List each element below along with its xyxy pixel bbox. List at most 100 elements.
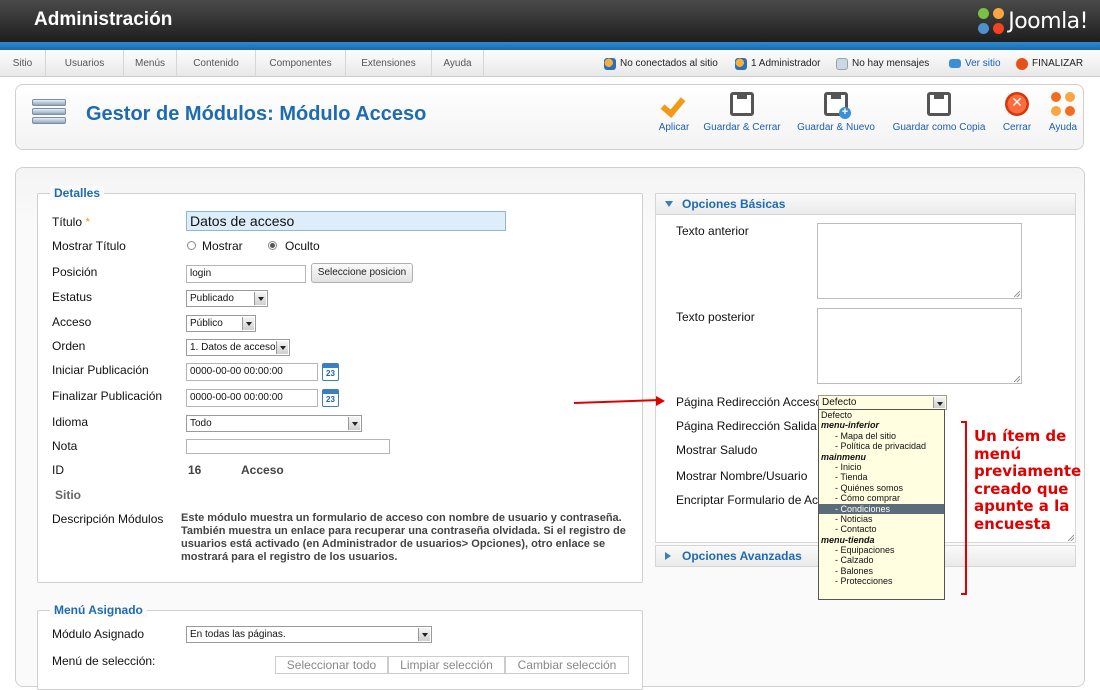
dropdown-option[interactable]: - Quiénes somos (819, 483, 944, 493)
dropdown-option[interactable]: - Inicio (819, 462, 944, 472)
language-select-value: Todo (190, 418, 212, 429)
id-value: 16 (188, 463, 202, 477)
monitor-icon (949, 59, 961, 68)
dropdown-option[interactable]: Defecto (819, 410, 944, 420)
finish-publishing-input[interactable]: 0000-00-00 00:00:00 (186, 389, 318, 407)
module-assignment-select[interactable]: En todas las páginas. (186, 626, 432, 643)
menu-usuarios[interactable]: Usuarios (46, 50, 124, 77)
login-redirect-select[interactable]: Defecto (818, 395, 947, 410)
close-circle-icon (1005, 92, 1029, 116)
module-stack-icon (32, 99, 66, 133)
dropdown-option[interactable]: - Noticias (819, 514, 944, 524)
menu-sitio[interactable]: Sitio (0, 50, 46, 77)
logout-link[interactable]: FINALIZAR (1016, 50, 1083, 77)
dropdown-option[interactable]: - Calzado (819, 555, 944, 565)
apply-button[interactable]: Aplicar (655, 92, 693, 133)
annotation-bracket (961, 421, 967, 595)
basic-options-header[interactable]: Opciones Básicas (655, 193, 1076, 215)
dropdown-option[interactable]: - Protecciones (819, 576, 944, 586)
main-menubar: Sitio Usuarios Menús Contenido Component… (0, 50, 1100, 77)
collapse-arrow-icon (665, 201, 673, 207)
close-button[interactable]: Cerrar (1000, 92, 1034, 133)
access-select[interactable]: Público (186, 315, 256, 332)
show-title-radio-hide[interactable] (268, 241, 277, 250)
menu-extensiones[interactable]: Extensiones (346, 50, 432, 77)
annotation-text: Un ítem de menú previamente creado que a… (974, 427, 1082, 533)
toggle-selection-button[interactable]: Cambiar selección (505, 656, 629, 674)
help-button[interactable]: Ayuda (1044, 92, 1082, 133)
close-label: Cerrar (1002, 122, 1032, 133)
annotation-arrow-head (656, 396, 665, 406)
dropdown-option[interactable]: - Contacto (819, 524, 944, 534)
dropdown-option-selected[interactable]: - Condiciones (819, 503, 944, 514)
logout-redirect-label: Página Redirección Salida (676, 419, 817, 433)
chevron-down-icon (242, 317, 254, 330)
dropdown-option[interactable]: - Tienda (819, 472, 944, 482)
dropdown-option[interactable]: - Balones (819, 566, 944, 576)
encrypt-form-label: Encriptar Formulario de Acce (676, 493, 818, 507)
page-title: Gestor de Módulos: Módulo Acceso (86, 103, 427, 125)
joomla-logo[interactable]: Joomla! (978, 6, 1088, 36)
app-header: Administración Joomla! (0, 0, 1100, 42)
help-label: Ayuda (1048, 122, 1078, 133)
start-publishing-input[interactable]: 0000-00-00 00:00:00 (186, 363, 318, 381)
show-title-radio-show[interactable] (187, 241, 196, 250)
joomla-logo-text: Joomla! (1008, 8, 1088, 34)
save-close-label: Guardar & Cerrar (703, 122, 781, 133)
menu-ayuda[interactable]: Ayuda (432, 50, 484, 77)
menu-contenido[interactable]: Contenido (177, 50, 256, 77)
menu-assignment-fieldset (37, 610, 643, 690)
login-redirect-label: Página Redirección Acceso (676, 395, 823, 409)
pretext-textarea[interactable] (817, 223, 1022, 299)
language-label: Idioma (52, 415, 89, 429)
select-position-button[interactable]: Seleccione posicion (311, 263, 413, 283)
menu-menus[interactable]: Menús (124, 50, 177, 77)
status-not-connected: No conectados al sitio (604, 50, 718, 77)
title-label-text: Título (52, 215, 83, 229)
show-option-label: Mostrar (202, 239, 243, 253)
menu-assignment-legend: Menú Asignado (50, 603, 147, 617)
save-copy-button[interactable]: Guardar como Copia (889, 92, 989, 133)
calendar-icon[interactable]: 23 (322, 389, 339, 407)
advanced-options-title: Opciones Avanzadas (682, 549, 802, 563)
chevron-down-icon (933, 397, 945, 408)
finish-publishing-label: Finalizar Publicación (52, 389, 163, 403)
view-site-link[interactable]: Ver sitio (949, 50, 1001, 77)
hide-option-label: Oculto (285, 239, 320, 253)
show-name-label: Mostrar Nombre/Usuario (676, 469, 808, 483)
login-redirect-dropdown-list[interactable]: Defecto menu-inferior - Mapa del sitio -… (818, 409, 945, 600)
joomla-mark-icon (978, 8, 1005, 34)
header-accent-strip (0, 42, 1100, 50)
clear-selection-button[interactable]: Limpiar selección (388, 656, 505, 674)
language-select[interactable]: Todo (186, 415, 362, 432)
status-messages[interactable]: No hay mensajes (836, 50, 929, 77)
dropdown-option[interactable]: - Equipaciones (819, 545, 944, 555)
order-select[interactable]: 1. Datos de acceso (186, 339, 290, 356)
menu-componentes[interactable]: Componentes (256, 50, 346, 77)
title-input[interactable]: Datos de acceso (186, 211, 506, 231)
position-input[interactable]: login (186, 265, 306, 283)
view-site-text: Ver sitio (965, 58, 1001, 69)
save-copy-label: Guardar como Copia (892, 122, 986, 133)
save-new-button[interactable]: Guardar & Nuevo (794, 92, 878, 133)
dropdown-group: mainmenu (821, 451, 867, 462)
expand-arrow-icon (665, 552, 671, 560)
dropdown-option[interactable]: - Mapa del sitio (819, 431, 944, 441)
save-close-button[interactable]: Guardar & Cerrar (701, 92, 783, 133)
dropdown-option[interactable]: - Política de privacidad (819, 441, 944, 451)
menu-selection-label: Menú de selección: (52, 654, 156, 668)
note-input[interactable] (186, 439, 390, 454)
note-label: Nota (52, 439, 78, 453)
lifebuoy-icon (1051, 92, 1075, 116)
access-label: Acceso (52, 315, 92, 329)
floppy-disk-copy-icon (927, 92, 951, 116)
messages-text: No hay mensajes (852, 58, 930, 69)
dropdown-group: menu-inferior (821, 420, 880, 431)
dropdown-option[interactable]: - Cómo comprar (819, 493, 944, 503)
select-all-button[interactable]: Seleccionar todo (275, 656, 388, 674)
power-icon (1016, 57, 1028, 70)
posttext-textarea[interactable] (817, 308, 1022, 384)
status-select[interactable]: Publicado (186, 290, 268, 307)
id-label: ID (52, 463, 64, 477)
calendar-icon[interactable]: 23 (322, 363, 339, 381)
